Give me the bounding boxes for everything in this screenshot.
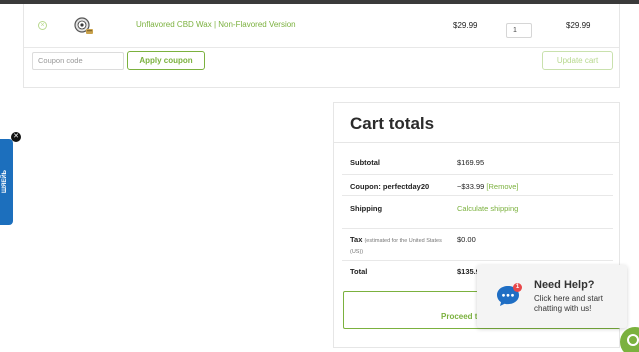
product-name-link[interactable]: Unflavored CBD Wax | Non-Flavored Versio… (136, 20, 296, 29)
row-divider (24, 47, 619, 48)
update-cart-button[interactable]: Update cart (542, 51, 613, 70)
shipping-row: Shipping Calculate shipping (342, 196, 613, 229)
chat-notification-badge: 1 (513, 283, 522, 292)
product-thumbnail[interactable] (73, 15, 95, 37)
close-icon[interactable]: ✕ (11, 132, 21, 142)
coupon-code-input[interactable]: Coupon code (32, 52, 124, 70)
coupon-label: Coupon: perfectday20 (350, 182, 430, 191)
calculate-shipping-link[interactable]: Calculate shipping (457, 204, 518, 213)
product-price: $29.99 (453, 21, 478, 30)
tax-note: (estimated for the United States (US)) (350, 238, 442, 255)
tax-row: Tax (estimated for the United States (US… (342, 229, 613, 261)
chat-launcher-button[interactable] (620, 327, 639, 352)
chat-help-widget[interactable]: 1 Need Help? Click here and start chatti… (477, 265, 627, 328)
cart-totals-title: Cart totals (350, 114, 435, 133)
side-tab-text: ШЯЕЙЬ (2, 170, 8, 194)
cart-table: × Unflavored CBD Wax | Non-Flavored Vers… (23, 4, 620, 88)
tax-value: $0.00 (457, 235, 476, 244)
quantity-input[interactable]: 1 (506, 23, 532, 38)
coupon-discount: −$33.99 (457, 182, 485, 191)
tax-label-text: Tax (350, 235, 363, 244)
remove-item-button[interactable]: × (38, 21, 47, 30)
subtotal-row: Subtotal $169.95 (342, 149, 613, 175)
side-promo-tab[interactable]: ШЯЕЙЬ (0, 139, 13, 225)
subtotal-value: $169.95 (457, 158, 485, 167)
coupon-row: Coupon: perfectday20 −$33.99 [Remove] (342, 175, 613, 196)
chat-launcher-icon (627, 334, 639, 346)
chat-subtitle: Click here and start chatting with us! (534, 294, 603, 313)
product-subtotal: $29.99 (566, 21, 591, 30)
coupon-value: −$33.99 [Remove] (457, 182, 519, 191)
tax-label: Tax (estimated for the United States (US… (350, 235, 452, 257)
apply-coupon-button[interactable]: Apply coupon (127, 51, 205, 70)
chat-title: Need Help? (534, 279, 595, 291)
subtotal-label: Subtotal (350, 158, 380, 167)
total-label: Total (350, 267, 368, 276)
remove-coupon-link[interactable]: [Remove] (486, 182, 518, 191)
totals-divider (334, 142, 619, 143)
shipping-label: Shipping (350, 204, 383, 213)
